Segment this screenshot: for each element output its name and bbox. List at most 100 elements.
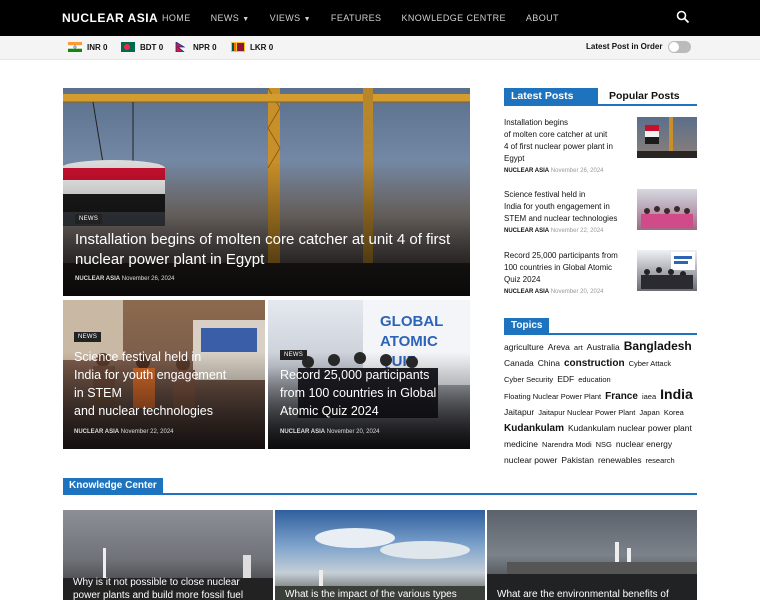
sidebar-post[interactable]: Record 25,000 participants from 100 coun… [504,250,697,302]
topic-tag[interactable]: Narendra Modi [542,438,592,452]
menu-item-knowledge-centre[interactable]: KNOWLEDGE CENTRE [401,0,505,36]
menu-item-features[interactable]: FEATURES [331,0,382,36]
tag-cloud: agriculture Areva art Australia Bangladesh Ca… [504,339,700,468]
menu-item-about[interactable]: ABOUT [526,0,559,36]
topic-tag[interactable]: Bangladesh [624,339,692,353]
topic-tag[interactable]: Japan [639,406,659,420]
topic-tag[interactable]: nuclear power [504,453,557,467]
author-name[interactable]: NUCLEAR ASIA [75,276,120,282]
toggle-knob [669,42,679,52]
post-meta: NUCLEAR ASIA November 26, 2024 [504,168,604,174]
menu-item-label: HOME [162,13,191,23]
title-line: in STEM [74,386,122,400]
post-meta: NUCLEAR ASIA November 20, 2024 [504,289,604,295]
bangladesh-flag-icon [121,42,135,52]
featured-post-tile[interactable]: NEWS Science festival held in India for … [63,300,265,449]
card-title[interactable]: What are the environmental benefits of [497,588,689,600]
top-navbar: NUCLEAR ASIA HOME NEWS ▼ VIEWS ▼ FEATURES … [0,0,760,36]
sidebar-post[interactable]: Installation begins of molten core catch… [504,117,697,179]
site-logo[interactable]: NUCLEAR ASIA [62,11,158,25]
topic-tag[interactable]: Australia [587,340,620,354]
topic-tag[interactable]: Jaitapur Nuclear Power Plant [538,406,635,420]
sidebar-post[interactable]: Science festival held in India for youth… [504,189,697,241]
author-name[interactable]: NUCLEAR ASIA [504,289,549,295]
topic-tag[interactable]: renewables [598,453,641,467]
knowledge-card[interactable]: What are the environmental benefits of [487,510,697,600]
currency-code: LKR [250,42,267,52]
category-badge[interactable]: NEWS [280,350,308,360]
title-line: Science festival held in [504,190,586,199]
post-thumbnail[interactable] [637,117,697,158]
tab-popular-posts[interactable]: Popular Posts [609,88,680,104]
topic-tag[interactable]: agriculture [504,340,544,354]
topic-tag[interactable]: medicine [504,437,538,451]
title-line: Why is it not possible to close nuclear [73,577,240,588]
menu-item-views[interactable]: VIEWS ▼ [270,0,311,36]
topics-header: Topics [504,318,697,335]
post-title[interactable]: Science festival held in India for youth… [504,189,632,225]
topic-tag[interactable]: nuclear energy [616,437,672,451]
post-date: November 26, 2024 [550,168,604,174]
title-line: Science festival held in [74,350,202,364]
card-title[interactable]: What is the impact of the various types [285,588,477,600]
title-line: 4 of first nuclear power plant in [504,142,613,151]
search-icon[interactable] [676,10,690,24]
topic-tag[interactable]: Jaitapur [504,405,534,419]
currency-inr: INR 0 [68,42,107,52]
topic-tag[interactable]: Korea [664,406,684,420]
currency-bdt: BDT 0 [121,42,163,52]
topic-tag[interactable]: education [578,373,611,387]
currency-value: 0 [212,42,217,52]
currency-code: BDT [140,42,157,52]
author-name[interactable]: NUCLEAR ASIA [280,429,325,435]
author-name[interactable]: NUCLEAR ASIA [504,228,549,234]
featured-hero-post[interactable]: NEWS Installation begins of molten core … [63,88,470,296]
topic-tag[interactable]: Floating Nuclear Power Plant [504,390,601,404]
post-title[interactable]: Installation begins of molten core catch… [504,117,632,165]
svg-text:ATOMIC: ATOMIC [380,333,438,350]
topic-tag[interactable]: Cyber Attack [629,357,672,371]
menu-item-home[interactable]: HOME [162,0,191,36]
topic-tag[interactable]: Areva [548,340,570,354]
topic-tag[interactable]: Kudankulam nuclear power plant [568,421,692,435]
menu-item-label: NEWS [210,13,240,23]
post-title[interactable]: Record 25,000 participants from 100 coun… [504,250,632,286]
author-name[interactable]: NUCLEAR ASIA [74,429,119,435]
featured-post-tile[interactable]: GLOBAL ATOMIC QUIZ NEWS Record 25,000 pa… [268,300,470,449]
category-badge[interactable]: NEWS [74,332,102,342]
topic-tag[interactable]: France [605,390,638,404]
title-line: of molten core catcher at unit [504,130,608,139]
topic-tag[interactable]: research [645,454,674,468]
topic-tag[interactable]: Pakistan [561,453,594,467]
card-title[interactable]: Why is it not possible to close nuclear … [73,576,265,600]
author-name[interactable]: NUCLEAR ASIA [504,168,549,174]
knowledge-card[interactable]: Why is it not possible to close nuclear … [63,510,273,600]
tile-title[interactable]: Record 25,000 participants from 100 coun… [280,366,470,420]
topic-tag[interactable]: India [660,387,693,401]
menu-item-news[interactable]: NEWS ▼ [211,0,250,36]
currency-value: 0 [158,42,164,52]
latest-post-order-toggle[interactable] [668,41,691,53]
menu-item-label: VIEWS [269,13,301,23]
tile-meta: NUCLEAR ASIA November 22, 2024 [74,429,174,435]
post-thumbnail[interactable] [637,189,697,230]
topic-tag[interactable]: art [574,341,583,355]
tab-latest-posts[interactable]: Latest Posts [504,88,598,104]
topic-tag[interactable]: China [538,356,560,370]
currency-value: 0 [268,42,274,52]
category-badge[interactable]: NEWS [75,214,103,224]
topic-tag[interactable]: Cyber Security [504,373,553,387]
post-thumbnail[interactable] [637,250,697,291]
title-line: Egypt [504,154,525,163]
knowledge-center-label: Knowledge Center [63,478,163,493]
topic-tag[interactable]: Kudankulam [504,422,564,436]
sidebar-tabs: Latest Posts Popular Posts [504,88,697,106]
topic-tag[interactable]: iaea [642,390,656,404]
hero-title[interactable]: Installation begins of molten core catch… [75,230,467,270]
knowledge-card[interactable]: What is the impact of the various types [275,510,485,600]
topic-tag[interactable]: Canada [504,356,534,370]
tile-title[interactable]: Science festival held in India for youth… [74,348,264,420]
topic-tag[interactable]: NSG [596,438,612,452]
topic-tag[interactable]: construction [564,357,625,371]
topic-tag[interactable]: EDF [557,372,574,386]
